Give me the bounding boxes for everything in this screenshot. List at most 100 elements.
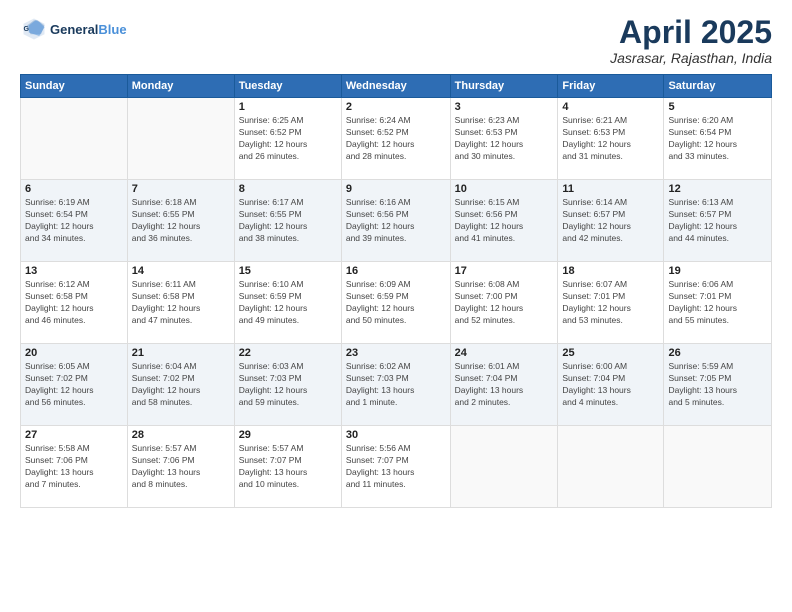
day-number: 23: [346, 347, 446, 359]
day-number: 30: [346, 429, 446, 441]
table-row: 23 Sunrise: 6:02 AM Sunset: 7:03 PM Dayli…: [341, 344, 450, 426]
day-number: 22: [239, 347, 337, 359]
col-saturday: Saturday: [664, 75, 772, 98]
day-detail: Sunrise: 6:03 AM Sunset: 7:03 PM Dayligh…: [239, 361, 337, 409]
calendar-week-row: 6 Sunrise: 6:19 AM Sunset: 6:54 PM Daylig…: [21, 180, 772, 262]
calendar-week-row: 20 Sunrise: 6:05 AM Sunset: 7:02 PM Dayli…: [21, 344, 772, 426]
table-row: [664, 426, 772, 508]
table-row: [558, 426, 664, 508]
table-row: [21, 98, 128, 180]
day-number: 9: [346, 183, 446, 195]
day-number: 11: [562, 183, 659, 195]
table-row: [450, 426, 558, 508]
day-number: 29: [239, 429, 337, 441]
table-row: 12 Sunrise: 6:13 AM Sunset: 6:57 PM Dayli…: [664, 180, 772, 262]
day-number: 20: [25, 347, 123, 359]
title-area: April 2025 Jasrasar, Rajasthan, India: [610, 15, 772, 66]
day-number: 8: [239, 183, 337, 195]
day-detail: Sunrise: 6:13 AM Sunset: 6:57 PM Dayligh…: [668, 197, 767, 245]
calendar-page: G GeneralBlue April 2025 Jasrasar, Rajas…: [0, 0, 792, 612]
table-row: [127, 98, 234, 180]
day-detail: Sunrise: 6:04 AM Sunset: 7:02 PM Dayligh…: [132, 361, 230, 409]
day-detail: Sunrise: 6:19 AM Sunset: 6:54 PM Dayligh…: [25, 197, 123, 245]
table-row: 28 Sunrise: 5:57 AM Sunset: 7:06 PM Dayli…: [127, 426, 234, 508]
day-number: 2: [346, 101, 446, 113]
table-row: 27 Sunrise: 5:58 AM Sunset: 7:06 PM Dayli…: [21, 426, 128, 508]
col-monday: Monday: [127, 75, 234, 98]
day-detail: Sunrise: 5:57 AM Sunset: 7:06 PM Dayligh…: [132, 443, 230, 491]
svg-text:G: G: [24, 26, 30, 33]
day-detail: Sunrise: 5:58 AM Sunset: 7:06 PM Dayligh…: [25, 443, 123, 491]
day-number: 28: [132, 429, 230, 441]
col-thursday: Thursday: [450, 75, 558, 98]
table-row: 3Sunrise: 6:23 AM Sunset: 6:53 PM Daylig…: [450, 98, 558, 180]
day-number: 16: [346, 265, 446, 277]
table-row: 15 Sunrise: 6:10 AM Sunset: 6:59 PM Dayli…: [234, 262, 341, 344]
day-detail: Sunrise: 6:02 AM Sunset: 7:03 PM Dayligh…: [346, 361, 446, 409]
day-number: 6: [25, 183, 123, 195]
day-number: 1: [239, 101, 337, 113]
day-number: 18: [562, 265, 659, 277]
day-detail: Sunrise: 6:17 AM Sunset: 6:55 PM Dayligh…: [239, 197, 337, 245]
table-row: 21Sunrise: 6:04 AM Sunset: 7:02 PM Dayli…: [127, 344, 234, 426]
col-sunday: Sunday: [21, 75, 128, 98]
day-number: 25: [562, 347, 659, 359]
day-detail: Sunrise: 6:07 AM Sunset: 7:01 PM Dayligh…: [562, 279, 659, 327]
location: Jasrasar, Rajasthan, India: [610, 50, 772, 66]
day-detail: Sunrise: 6:18 AM Sunset: 6:55 PM Dayligh…: [132, 197, 230, 245]
day-number: 27: [25, 429, 123, 441]
table-row: 1Sunrise: 6:25 AM Sunset: 6:52 PM Daylig…: [234, 98, 341, 180]
table-row: 18 Sunrise: 6:07 AM Sunset: 7:01 PM Dayli…: [558, 262, 664, 344]
table-row: 7 Sunrise: 6:18 AM Sunset: 6:55 PM Daylig…: [127, 180, 234, 262]
day-number: 3: [455, 101, 554, 113]
table-row: 11 Sunrise: 6:14 AM Sunset: 6:57 PM Dayli…: [558, 180, 664, 262]
col-tuesday: Tuesday: [234, 75, 341, 98]
month-title: April 2025: [610, 15, 772, 50]
day-detail: Sunrise: 5:59 AM Sunset: 7:05 PM Dayligh…: [668, 361, 767, 409]
day-detail: Sunrise: 6:15 AM Sunset: 6:56 PM Dayligh…: [455, 197, 554, 245]
day-detail: Sunrise: 6:21 AM Sunset: 6:53 PM Dayligh…: [562, 115, 659, 163]
calendar-week-row: 1Sunrise: 6:25 AM Sunset: 6:52 PM Daylig…: [21, 98, 772, 180]
day-detail: Sunrise: 6:14 AM Sunset: 6:57 PM Dayligh…: [562, 197, 659, 245]
table-row: 4 Sunrise: 6:21 AM Sunset: 6:53 PM Daylig…: [558, 98, 664, 180]
calendar-week-row: 13 Sunrise: 6:12 AM Sunset: 6:58 PM Dayli…: [21, 262, 772, 344]
table-row: 2 Sunrise: 6:24 AM Sunset: 6:52 PM Daylig…: [341, 98, 450, 180]
day-number: 7: [132, 183, 230, 195]
day-detail: Sunrise: 6:06 AM Sunset: 7:01 PM Dayligh…: [668, 279, 767, 327]
calendar-table: Sunday Monday Tuesday Wednesday Thursday…: [20, 74, 772, 508]
day-number: 13: [25, 265, 123, 277]
logo-line1: GeneralBlue: [50, 22, 127, 37]
logo-icon: G: [20, 15, 48, 43]
day-number: 19: [668, 265, 767, 277]
table-row: 25 Sunrise: 6:00 AM Sunset: 7:04 PM Dayli…: [558, 344, 664, 426]
table-row: 9 Sunrise: 6:16 AM Sunset: 6:56 PM Daylig…: [341, 180, 450, 262]
header: G GeneralBlue April 2025 Jasrasar, Rajas…: [20, 15, 772, 66]
table-row: 8 Sunrise: 6:17 AM Sunset: 6:55 PM Daylig…: [234, 180, 341, 262]
day-detail: Sunrise: 5:57 AM Sunset: 7:07 PM Dayligh…: [239, 443, 337, 491]
day-detail: Sunrise: 6:24 AM Sunset: 6:52 PM Dayligh…: [346, 115, 446, 163]
table-row: 29 Sunrise: 5:57 AM Sunset: 7:07 PM Dayli…: [234, 426, 341, 508]
day-detail: Sunrise: 6:01 AM Sunset: 7:04 PM Dayligh…: [455, 361, 554, 409]
day-detail: Sunrise: 6:11 AM Sunset: 6:58 PM Dayligh…: [132, 279, 230, 327]
day-detail: Sunrise: 6:05 AM Sunset: 7:02 PM Dayligh…: [25, 361, 123, 409]
day-detail: Sunrise: 6:16 AM Sunset: 6:56 PM Dayligh…: [346, 197, 446, 245]
table-row: 24Sunrise: 6:01 AM Sunset: 7:04 PM Dayli…: [450, 344, 558, 426]
col-wednesday: Wednesday: [341, 75, 450, 98]
day-number: 10: [455, 183, 554, 195]
table-row: 10 Sunrise: 6:15 AM Sunset: 6:56 PM Dayli…: [450, 180, 558, 262]
day-number: 12: [668, 183, 767, 195]
table-row: 6 Sunrise: 6:19 AM Sunset: 6:54 PM Daylig…: [21, 180, 128, 262]
day-number: 15: [239, 265, 337, 277]
day-number: 26: [668, 347, 767, 359]
calendar-header-row: Sunday Monday Tuesday Wednesday Thursday…: [21, 75, 772, 98]
day-detail: Sunrise: 6:00 AM Sunset: 7:04 PM Dayligh…: [562, 361, 659, 409]
calendar-week-row: 27 Sunrise: 5:58 AM Sunset: 7:06 PM Dayli…: [21, 426, 772, 508]
day-detail: Sunrise: 6:20 AM Sunset: 6:54 PM Dayligh…: [668, 115, 767, 163]
day-detail: Sunrise: 6:12 AM Sunset: 6:58 PM Dayligh…: [25, 279, 123, 327]
day-number: 14: [132, 265, 230, 277]
table-row: 16Sunrise: 6:09 AM Sunset: 6:59 PM Dayli…: [341, 262, 450, 344]
day-number: 4: [562, 101, 659, 113]
day-detail: Sunrise: 6:10 AM Sunset: 6:59 PM Dayligh…: [239, 279, 337, 327]
table-row: 19 Sunrise: 6:06 AM Sunset: 7:01 PM Dayli…: [664, 262, 772, 344]
day-number: 5: [668, 101, 767, 113]
